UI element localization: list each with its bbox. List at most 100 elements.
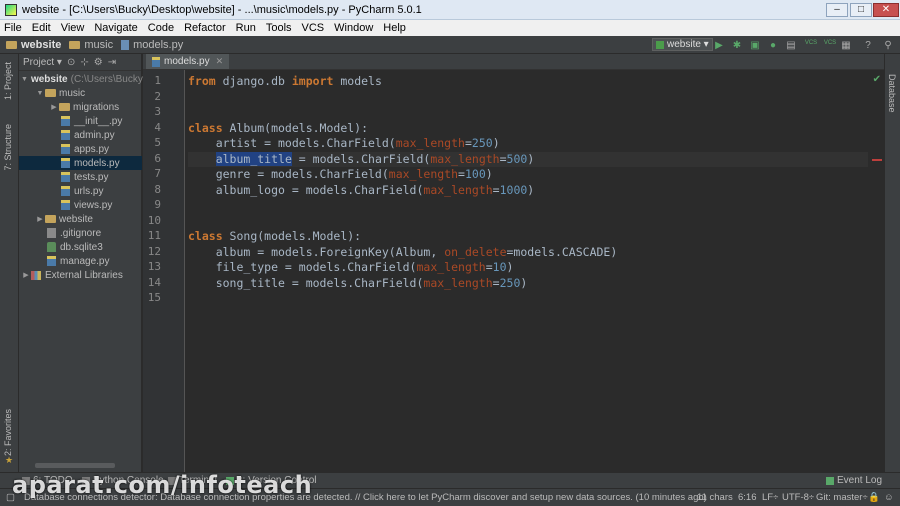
line-number: 1 bbox=[154, 74, 161, 87]
menu-help[interactable]: Help bbox=[383, 22, 406, 34]
hide-icon[interactable]: ⇥ bbox=[108, 57, 116, 68]
tree-item-website-package[interactable]: ▶ website bbox=[19, 212, 142, 226]
line-number: 3 bbox=[154, 105, 161, 118]
sync-icon[interactable]: ⊙ bbox=[67, 57, 75, 68]
tab-database[interactable]: Database bbox=[887, 74, 897, 113]
profile-icon[interactable]: ● bbox=[767, 39, 779, 51]
tree-item-music[interactable]: ▼ music bbox=[19, 86, 142, 100]
search-icon[interactable]: ⚲ bbox=[882, 39, 894, 51]
tab-event-log[interactable]: Event Log bbox=[826, 475, 882, 486]
coverage-icon[interactable]: ▣ bbox=[749, 39, 761, 51]
menu-vcs[interactable]: VCS bbox=[302, 22, 325, 34]
file-encoding[interactable]: UTF-8÷ bbox=[782, 492, 814, 503]
inspection-ok-icon: ✔ bbox=[872, 74, 881, 85]
database-file-icon bbox=[47, 242, 56, 252]
folder-icon bbox=[59, 103, 70, 111]
collapsed-arrow-icon[interactable]: ▶ bbox=[35, 215, 45, 223]
code-area[interactable]: from django.db import models class Album… bbox=[188, 70, 868, 472]
python-file-icon bbox=[61, 158, 70, 168]
project-view-select[interactable]: Project ▾ bbox=[23, 57, 62, 68]
expanded-arrow-icon[interactable]: ▼ bbox=[35, 90, 45, 97]
debug-icon[interactable]: ✱ bbox=[731, 39, 743, 51]
tree-item-apps[interactable]: apps.py bbox=[19, 142, 142, 156]
close-tab-icon[interactable]: ✕ bbox=[216, 56, 224, 67]
folder-icon bbox=[45, 89, 56, 97]
text-file-icon bbox=[47, 228, 56, 238]
python-file-icon bbox=[61, 144, 70, 154]
python-file-icon bbox=[61, 116, 70, 126]
line-number: 13 bbox=[147, 260, 161, 273]
tab-structure[interactable]: 7: Structure bbox=[3, 124, 13, 171]
close-button[interactable]: ✕ bbox=[873, 3, 899, 17]
tree-item-db-sqlite3[interactable]: db.sqlite3 bbox=[19, 240, 142, 254]
tree-item-init[interactable]: __init__.py bbox=[19, 114, 142, 128]
window-title: website - [C:\Users\Bucky\Desktop\websit… bbox=[22, 3, 422, 16]
tab-project[interactable]: 1: Project bbox=[3, 62, 13, 100]
line-number: 9 bbox=[154, 198, 161, 211]
caret-position[interactable]: 6:16 bbox=[738, 492, 757, 503]
expanded-arrow-icon[interactable]: ▼ bbox=[21, 76, 28, 83]
line-number: 12 bbox=[147, 244, 161, 258]
menu-code[interactable]: Code bbox=[148, 22, 174, 34]
python-file-icon bbox=[47, 256, 56, 266]
vcs-update-icon[interactable]: VCS bbox=[803, 37, 819, 49]
error-stripe-mark[interactable] bbox=[872, 159, 882, 161]
horizontal-scrollbar[interactable] bbox=[35, 463, 115, 468]
tree-item-views[interactable]: views.py bbox=[19, 198, 142, 212]
tree-item-tests[interactable]: tests.py bbox=[19, 170, 142, 184]
breadcrumb-music[interactable]: music bbox=[69, 39, 113, 51]
right-tool-strip: Database bbox=[884, 54, 900, 472]
run-icon[interactable]: ▶ bbox=[713, 39, 725, 51]
menu-file[interactable]: File bbox=[4, 22, 22, 34]
collapsed-arrow-icon[interactable]: ▶ bbox=[49, 103, 59, 111]
run-configuration-select[interactable]: website ▾ bbox=[652, 38, 713, 51]
python-file-icon bbox=[152, 56, 160, 67]
watermark: aparat.com/infoteach bbox=[12, 471, 313, 499]
collapsed-arrow-icon[interactable]: ▶ bbox=[21, 271, 31, 279]
tree-item-admin[interactable]: admin.py bbox=[19, 128, 142, 142]
breadcrumb-models[interactable]: models.py bbox=[121, 39, 183, 51]
navigation-bar: website music models.py website ▾ ▶ ✱ ▣ … bbox=[0, 36, 900, 54]
git-branch[interactable]: Git: master÷ bbox=[816, 492, 868, 503]
code-line-4: class Album(models.Model): bbox=[188, 120, 369, 135]
menu-view[interactable]: View bbox=[61, 22, 85, 34]
minimize-button[interactable]: – bbox=[826, 3, 848, 17]
line-separator[interactable]: LF÷ bbox=[762, 492, 778, 503]
project-panel-header: Project ▾ ⊙ ⊹ ⚙ ⇥ bbox=[19, 54, 141, 71]
vcs-history-icon[interactable]: ▦ bbox=[840, 39, 852, 51]
tree-item-manage[interactable]: manage.py bbox=[19, 254, 142, 268]
tree-item-migrations[interactable]: ▶ migrations bbox=[19, 100, 142, 114]
folder-icon bbox=[69, 40, 81, 49]
menu-bar: File Edit View Navigate Code Refactor Ru… bbox=[0, 20, 900, 36]
python-file-icon bbox=[121, 39, 130, 50]
line-number-gutter: 1 2 3 4 5 6 7 8 9 10 11 12 13 14 15 bbox=[143, 70, 185, 472]
collapse-icon[interactable]: ⊹ bbox=[80, 57, 88, 68]
tab-favorites[interactable]: 2: Favorites bbox=[3, 409, 13, 456]
tab-models-py[interactable]: models.py ✕ bbox=[146, 54, 230, 69]
selected-text: album_title bbox=[215, 151, 292, 166]
menu-refactor[interactable]: Refactor bbox=[184, 22, 226, 34]
menu-window[interactable]: Window bbox=[334, 22, 373, 34]
vcs-commit-icon[interactable]: VCS bbox=[822, 37, 838, 49]
tree-item-models[interactable]: models.py bbox=[19, 156, 142, 170]
code-line-6: album_title = models.CharField(max_lengt… bbox=[215, 151, 535, 166]
folder-icon bbox=[45, 215, 56, 223]
stop-icon[interactable]: ▤ bbox=[785, 39, 797, 51]
tree-item-external-libraries[interactable]: ▶ External Libraries bbox=[19, 268, 142, 282]
tree-item-urls[interactable]: urls.py bbox=[19, 184, 142, 198]
menu-run[interactable]: Run bbox=[236, 22, 256, 34]
breadcrumb-website[interactable]: website bbox=[6, 39, 61, 51]
tree-item-gitignore[interactable]: .gitignore bbox=[19, 226, 142, 240]
maximize-button[interactable]: □ bbox=[850, 3, 872, 17]
menu-edit[interactable]: Edit bbox=[32, 22, 51, 34]
gear-icon[interactable]: ⚙ bbox=[94, 57, 103, 68]
inspector-icon[interactable]: ☺ bbox=[884, 492, 894, 503]
help-icon[interactable]: ? bbox=[862, 39, 874, 51]
code-editor: models.py ✕ 1 2 3 4 5 6 7 8 9 10 11 12 13… bbox=[143, 54, 884, 472]
menu-navigate[interactable]: Navigate bbox=[94, 22, 137, 34]
line-number: 2 bbox=[154, 89, 161, 103]
lock-icon[interactable]: 🔒 bbox=[868, 492, 880, 503]
project-panel: Project ▾ ⊙ ⊹ ⚙ ⇥ ▼ website (C:\Users\Buck… bbox=[19, 54, 154, 472]
tree-item-website-root[interactable]: ▼ website (C:\Users\Bucky\... bbox=[19, 72, 154, 86]
menu-tools[interactable]: Tools bbox=[266, 22, 292, 34]
